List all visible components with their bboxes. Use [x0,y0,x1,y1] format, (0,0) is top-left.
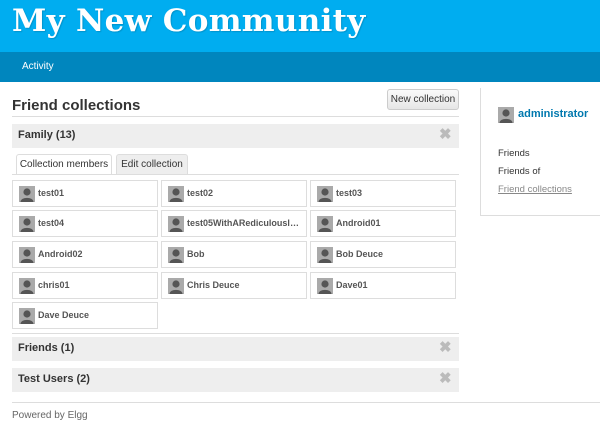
member-name[interactable]: test04 [38,218,154,228]
member-card[interactable]: Dave01 [310,272,456,299]
nav-item-activity[interactable]: Activity [22,61,54,72]
member-name[interactable]: test02 [187,188,303,198]
member-card[interactable]: test02 [161,180,307,207]
member-name[interactable]: Bob [187,249,303,259]
user-avatar-icon[interactable] [498,107,514,123]
sidebar-link-friends[interactable]: Friends [498,148,530,159]
user-avatar-icon[interactable] [168,186,184,202]
member-card[interactable]: Bob [161,241,307,268]
site-header: My New Community [0,0,600,52]
user-avatar-icon[interactable] [168,216,184,232]
owner-name-link[interactable]: administrator [518,108,588,120]
member-name[interactable]: Android01 [336,218,452,228]
collection-header-test-users[interactable]: Test Users (2) ✖ [12,368,459,392]
collection-title: Friends (1) [18,342,75,354]
member-card[interactable]: test04 [12,210,158,237]
page-title: Friend collections [12,97,141,114]
collection-title: Family (13) [18,129,76,141]
user-avatar-icon[interactable] [19,216,35,232]
tab-divider [12,174,459,175]
main-navbar: Activity [0,52,600,82]
member-name[interactable]: Chris Deuce [187,280,303,290]
title-divider [12,116,459,117]
user-avatar-icon[interactable] [19,308,35,324]
member-card[interactable]: Bob Deuce [310,241,456,268]
section-divider [12,333,459,334]
member-name[interactable]: Dave01 [336,280,452,290]
close-icon[interactable]: ✖ [439,370,452,388]
member-card[interactable]: test01 [12,180,158,207]
footer-text: Powered by Elgg [12,410,88,421]
close-icon[interactable]: ✖ [439,339,452,357]
new-collection-button[interactable]: New collection [387,89,459,110]
sidebar-divider [480,215,600,216]
tab-edit-collection[interactable]: Edit collection [116,154,188,175]
user-avatar-icon[interactable] [317,278,333,294]
member-card[interactable]: chris01 [12,272,158,299]
member-name[interactable]: Android02 [38,249,154,259]
member-name[interactable]: test03 [336,188,452,198]
member-name[interactable]: Dave Deuce [38,310,154,320]
footer-divider [12,402,600,403]
member-name[interactable]: test05WithARediculouslyLongName [187,218,303,228]
member-name[interactable]: test01 [38,188,154,198]
user-avatar-icon[interactable] [19,247,35,263]
member-card[interactable]: Dave Deuce [12,302,158,329]
user-avatar-icon[interactable] [317,186,333,202]
member-card[interactable]: Chris Deuce [161,272,307,299]
sidebar-link-friend-collections[interactable]: Friend collections [498,184,572,195]
member-card[interactable]: Android02 [12,241,158,268]
user-avatar-icon[interactable] [168,247,184,263]
user-avatar-icon[interactable] [19,186,35,202]
member-name[interactable]: chris01 [38,280,154,290]
collection-header-friends[interactable]: Friends (1) ✖ [12,337,459,361]
user-avatar-icon[interactable] [19,278,35,294]
member-name[interactable]: Bob Deuce [336,249,452,259]
member-card[interactable]: Android01 [310,210,456,237]
sidebar-border [480,88,481,216]
tab-collection-members[interactable]: Collection members [16,154,112,175]
close-icon[interactable]: ✖ [439,126,452,144]
member-card[interactable]: test05WithARediculouslyLongName [161,210,307,237]
user-avatar-icon[interactable] [317,247,333,263]
site-title[interactable]: My New Community [12,3,366,39]
collection-header-family[interactable]: Family (13) ✖ [12,124,459,148]
collection-title: Test Users (2) [18,373,90,385]
sidebar-link-friends-of[interactable]: Friends of [498,166,540,177]
member-card[interactable]: test03 [310,180,456,207]
user-avatar-icon[interactable] [317,216,333,232]
user-avatar-icon[interactable] [168,278,184,294]
